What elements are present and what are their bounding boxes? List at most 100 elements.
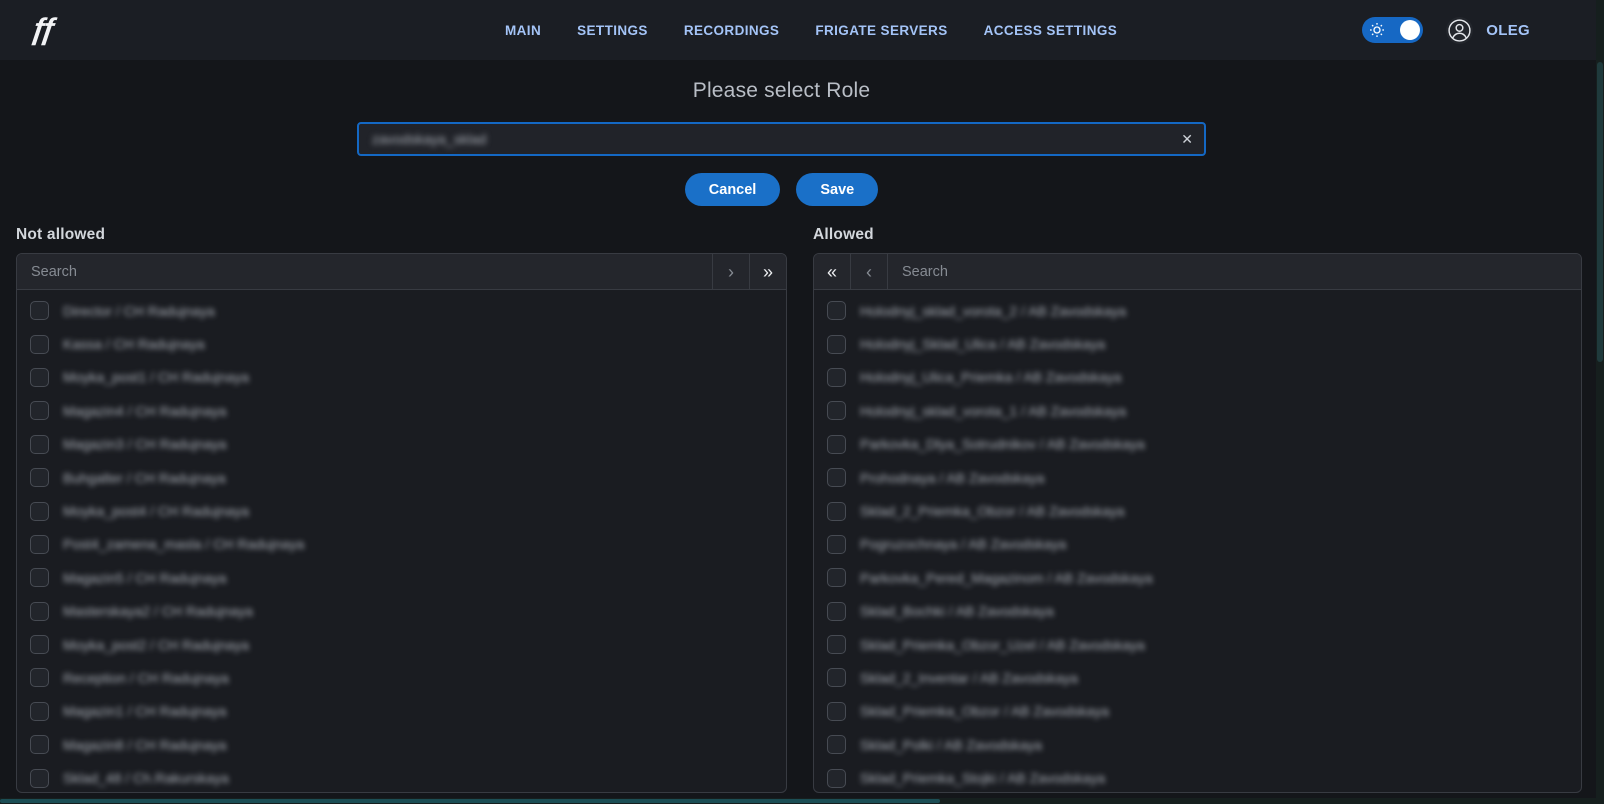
list-item[interactable]: Reception / CH Radujnaya	[17, 661, 786, 694]
item-checkbox[interactable]	[30, 568, 49, 587]
nav-link[interactable]: RECORDINGS	[684, 23, 780, 38]
item-checkbox[interactable]	[827, 535, 846, 554]
item-checkbox[interactable]	[30, 368, 49, 387]
move-selected-left-button chevron-left-icon[interactable]: ‹	[851, 254, 888, 289]
item-checkbox[interactable]	[30, 535, 49, 554]
list-item[interactable]: Sklad_48 / Ch.Rakurskaya	[17, 761, 786, 793]
item-checkbox[interactable]	[827, 435, 846, 454]
username-label[interactable]: OLEG	[1486, 22, 1530, 39]
navbar-right-cluster: OLEG	[1362, 0, 1530, 60]
vertical-scrollbar[interactable]	[1596, 0, 1604, 804]
list-item[interactable]: Magazin8 / CH Radujnaya	[17, 728, 786, 761]
list-item[interactable]: Prohodnaya / AB Zavodskaya	[814, 461, 1581, 494]
item-label: Reception / CH Radujnaya	[63, 670, 229, 686]
item-checkbox[interactable]	[827, 702, 846, 721]
role-name-value: zavodskaya_sklad	[372, 131, 486, 147]
not-allowed-search-input[interactable]	[17, 254, 712, 289]
horizontal-scrollbar-thumb[interactable]	[0, 799, 940, 803]
list-item[interactable]: Magazin4 / CH Radujnaya	[17, 394, 786, 427]
move-selected-right-button chevron-right-icon[interactable]: ›	[712, 254, 749, 289]
list-item[interactable]: Holodnyj_Ulica_Priemka / AB Zavodskaya	[814, 361, 1581, 394]
item-checkbox[interactable]	[30, 502, 49, 521]
list-item[interactable]: Sklad_Priemka_Obzor / AB Zavodskaya	[814, 695, 1581, 728]
item-checkbox[interactable]	[827, 602, 846, 621]
item-checkbox[interactable]	[827, 568, 846, 587]
list-item[interactable]: Director / CH Radujnaya	[17, 294, 786, 327]
list-item[interactable]: Magazin1 / CH Radujnaya	[17, 695, 786, 728]
item-label: Kassa / CH Radujnaya	[63, 336, 205, 352]
item-checkbox[interactable]	[30, 301, 49, 320]
list-item[interactable]: Magazin5 / CH Radujnaya	[17, 561, 786, 594]
not-allowed-panel: › » Director / CH Radujnaya Kassa / CH R…	[16, 253, 787, 793]
list-item[interactable]: Holodnyj_Sklad_Ulica / AB Zavodskaya	[814, 327, 1581, 360]
item-checkbox[interactable]	[827, 502, 846, 521]
save-button[interactable]: Save	[796, 173, 878, 206]
list-item[interactable]: Holodnyj_sklad_vorota_2 / AB Zavodskaya	[814, 294, 1581, 327]
nav-link[interactable]: MAIN	[505, 23, 541, 38]
item-checkbox[interactable]	[827, 335, 846, 354]
horizontal-scrollbar[interactable]	[0, 798, 1604, 804]
list-item[interactable]: Pogruzochnaya / AB Zavodskaya	[814, 528, 1581, 561]
item-label: Prohodnaya / AB Zavodskaya	[860, 470, 1044, 486]
main-navigation: MAIN SETTINGS RECORDINGS FRIGATE SERVERS…	[505, 0, 1117, 60]
item-checkbox[interactable]	[827, 301, 846, 320]
item-label: Moyka_post4 / CH Radujnaya	[63, 503, 249, 519]
list-item[interactable]: Buhgalter / CH Radujnaya	[17, 461, 786, 494]
item-checkbox[interactable]	[30, 401, 49, 420]
list-item[interactable]: Parkovka_Pered_Magazinom / AB Zavodskaya	[814, 561, 1581, 594]
item-label: Magazin8 / CH Radujnaya	[63, 737, 226, 753]
item-checkbox[interactable]	[30, 602, 49, 621]
role-name-input[interactable]: zavodskaya_sklad ✕	[357, 122, 1206, 156]
list-item[interactable]: Magazin3 / CH Radujnaya	[17, 428, 786, 461]
item-checkbox[interactable]	[827, 635, 846, 654]
allowed-panel: « ‹ Holodnyj_sklad_vorota_2 / AB Zavodsk…	[813, 253, 1582, 793]
list-item[interactable]: Sklad_Polki / AB Zavodskaya	[814, 728, 1581, 761]
nav-link[interactable]: FRIGATE SERVERS	[815, 23, 947, 38]
theme-toggle-switch[interactable]	[1362, 17, 1423, 43]
item-checkbox[interactable]	[30, 769, 49, 788]
list-item[interactable]: Sklad_2_Priemka_Obzor / AB Zavodskaya	[814, 494, 1581, 527]
allowed-search-input[interactable]	[888, 254, 1581, 289]
list-item[interactable]: Moyka_post2 / CH Radujnaya	[17, 628, 786, 661]
list-item[interactable]: Post4_zamena_masla / CH Radujnaya	[17, 528, 786, 561]
list-item[interactable]: Holodnyj_sklad_vorota_1 / AB Zavodskaya	[814, 394, 1581, 427]
list-item[interactable]: Kassa / CH Radujnaya	[17, 327, 786, 360]
list-item[interactable]: Sklad_2_Inventar / AB Zavodskaya	[814, 661, 1581, 694]
vertical-scrollbar-thumb[interactable]	[1597, 62, 1603, 362]
item-checkbox[interactable]	[30, 702, 49, 721]
list-item[interactable]: Moyka_post4 / CH Radujnaya	[17, 494, 786, 527]
item-checkbox[interactable]	[827, 468, 846, 487]
item-label: Magazin1 / CH Radujnaya	[63, 703, 226, 719]
item-checkbox[interactable]	[827, 769, 846, 788]
nav-link[interactable]: ACCESS SETTINGS	[984, 23, 1118, 38]
item-checkbox[interactable]	[30, 435, 49, 454]
item-label: Magazin5 / CH Radujnaya	[63, 570, 226, 586]
item-checkbox[interactable]	[827, 668, 846, 687]
not-allowed-title: Not allowed	[16, 226, 105, 244]
item-checkbox[interactable]	[30, 635, 49, 654]
move-all-left-button double-chevron-left-icon[interactable]: «	[814, 254, 851, 289]
cancel-button[interactable]: Cancel	[685, 173, 781, 206]
item-checkbox[interactable]	[30, 735, 49, 754]
list-item[interactable]: Sklad_Priemka_Stojki / AB Zavodskaya	[814, 761, 1581, 793]
clear-input-icon[interactable]: ✕	[1181, 132, 1193, 146]
user-avatar-icon[interactable]	[1446, 17, 1473, 44]
list-item[interactable]: Sklad_Bochki / AB Zavodskaya	[814, 595, 1581, 628]
app-logo-frigate-birds-icon[interactable]: ƒƒ	[10, 4, 69, 56]
item-checkbox[interactable]	[30, 668, 49, 687]
move-all-right-button double-chevron-right-icon[interactable]: »	[749, 254, 786, 289]
list-item[interactable]: Parkovka_Dlya_Sotrudnikov / AB Zavodskay…	[814, 428, 1581, 461]
form-buttons-row: Cancel Save	[357, 173, 1206, 206]
list-item[interactable]: Moyka_post1 / CH Radujnaya	[17, 361, 786, 394]
item-checkbox[interactable]	[827, 735, 846, 754]
item-label: Moyka_post1 / CH Radujnaya	[63, 369, 249, 385]
item-checkbox[interactable]	[827, 401, 846, 420]
list-item[interactable]: Sklad_Priemka_Obzor_Uzel / AB Zavodskaya	[814, 628, 1581, 661]
item-checkbox[interactable]	[30, 335, 49, 354]
sun-icon	[1369, 22, 1385, 38]
item-checkbox[interactable]	[30, 468, 49, 487]
list-item[interactable]: Masterskaya2 / CH Radujnaya	[17, 595, 786, 628]
nav-link[interactable]: SETTINGS	[577, 23, 648, 38]
allowed-title: Allowed	[813, 226, 874, 244]
item-checkbox[interactable]	[827, 368, 846, 387]
